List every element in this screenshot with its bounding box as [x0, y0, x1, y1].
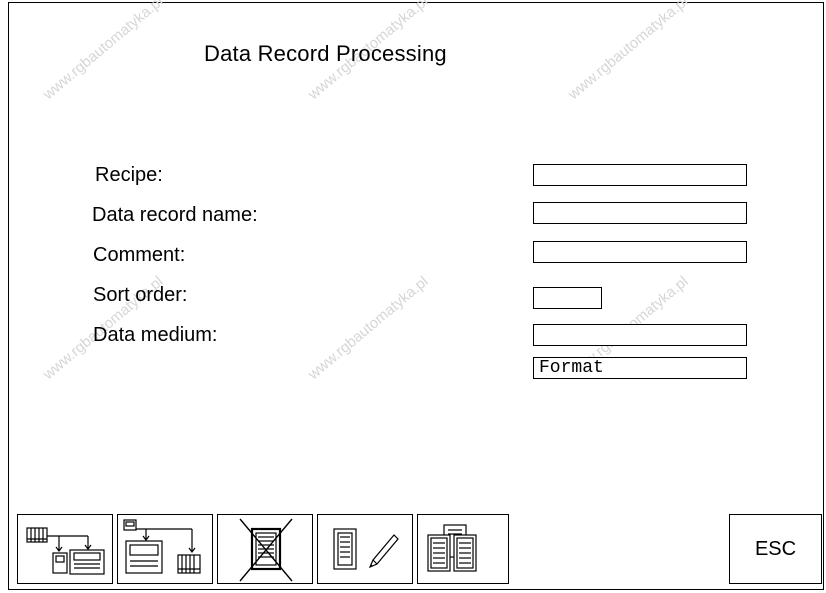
- data-record-name-field[interactable]: [533, 202, 747, 224]
- plc-to-terminal-transfer-icon: [26, 527, 105, 575]
- terminal-to-plc-softkey[interactable]: [117, 514, 213, 584]
- data-medium-label: Data medium:: [93, 324, 218, 346]
- delete-record-icon: [239, 518, 293, 582]
- data-record-name-label: Data record name:: [92, 204, 258, 226]
- copy-record-softkey[interactable]: [417, 514, 509, 584]
- edit-record-softkey[interactable]: [317, 514, 413, 584]
- plc-to-terminal-softkey[interactable]: [17, 514, 113, 584]
- recipe-label: Recipe:: [95, 164, 163, 186]
- recipe-field[interactable]: [533, 164, 747, 186]
- sort-order-field[interactable]: [533, 287, 602, 309]
- comment-field[interactable]: [533, 241, 747, 263]
- data-medium-field[interactable]: [533, 324, 747, 346]
- sort-order-label: Sort order:: [93, 284, 188, 306]
- terminal-to-plc-transfer-icon: [123, 519, 201, 574]
- page-title: Data Record Processing: [204, 41, 447, 66]
- comment-label: Comment:: [93, 244, 186, 266]
- esc-label: ESC: [754, 537, 797, 560]
- copy-record-icon: [427, 524, 477, 572]
- delete-record-softkey[interactable]: [217, 514, 313, 584]
- esc-button[interactable]: ESC: [729, 514, 822, 584]
- format-field[interactable]: Format: [533, 357, 747, 379]
- edit-record-icon: [333, 528, 399, 570]
